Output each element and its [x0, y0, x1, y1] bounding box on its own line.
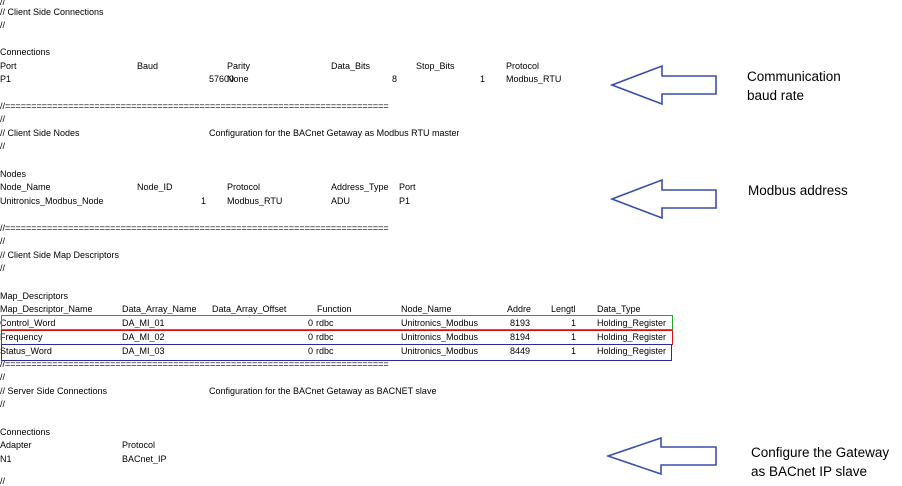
- comment-line: //: [0, 0, 6, 7]
- config-note: Configuration for the BACnet Getaway as …: [209, 386, 437, 396]
- header-port: Port: [0, 61, 17, 71]
- header-map-descriptor-name: Map_Descriptor_Name: [0, 304, 93, 314]
- comment-line: //: [0, 114, 6, 124]
- cell-stop-bits: 1: [479, 74, 485, 84]
- comment-line: //: [0, 399, 6, 409]
- highlight-blue: [1, 344, 672, 361]
- header-data-array-offset: Data_Array_Offset: [212, 304, 287, 314]
- cell-data-bits: 8: [391, 74, 397, 84]
- comment-line: //: [0, 20, 6, 30]
- config-note: Configuration for the BACnet Getaway as …: [209, 128, 460, 138]
- header-data-bits: Data_Bits: [331, 61, 371, 71]
- header-baud: Baud: [137, 61, 159, 71]
- cell-node-id: 1: [200, 196, 206, 206]
- header-port: Port: [399, 182, 416, 192]
- header-stop-bits: Stop_Bits: [416, 61, 455, 71]
- header-address: Addre: [507, 304, 532, 314]
- comment-line: //: [0, 372, 6, 382]
- cell-port: P1: [0, 74, 12, 84]
- cell-adapter: N1: [0, 454, 12, 464]
- header-protocol: Protocol: [506, 61, 540, 71]
- cell-protocol: Modbus_RTU: [506, 74, 562, 84]
- cell-parity: None: [227, 74, 249, 84]
- comment-line: //: [0, 476, 6, 486]
- callout-line: baud rate: [747, 88, 805, 103]
- callout-line: as BACnet IP slave: [751, 464, 868, 479]
- header-parity: Parity: [227, 61, 251, 71]
- header-node-name: Node_Name: [401, 304, 452, 314]
- callout-line: Modbus address: [748, 183, 848, 198]
- comment-line: //: [0, 263, 6, 273]
- callout-baud: Communication baud rate: [747, 67, 841, 105]
- server-connections-heading: Connections: [0, 427, 51, 437]
- header-length: Lengtl: [551, 304, 576, 314]
- left-arrow-icon: [606, 436, 717, 476]
- connections-heading: Connections: [0, 47, 51, 57]
- comment-line: // Client Side Nodes: [0, 128, 80, 138]
- left-arrow-icon: [610, 64, 717, 106]
- header-data-array-name: Data_Array_Name: [122, 304, 197, 314]
- comment-line: // Server Side Connections: [0, 386, 108, 396]
- callout-modbus: Modbus address: [748, 181, 848, 200]
- callout-line: Configure the Gateway: [751, 445, 890, 460]
- comment-line: // Client Side Connections: [0, 7, 104, 17]
- header-node-name: Node_Name: [0, 182, 51, 192]
- callout-line: Communication: [747, 69, 841, 84]
- cell-address-type: ADU: [331, 196, 351, 206]
- highlight-green: [1, 315, 673, 330]
- cell-port: P1: [399, 196, 411, 206]
- header-protocol: Protocol: [227, 182, 261, 192]
- comment-line: // Client Side Map Descriptors: [0, 250, 120, 260]
- comment-line: //: [0, 236, 6, 246]
- header-address-type: Address_Type: [331, 182, 389, 192]
- separator-line: //======================================…: [0, 223, 389, 233]
- separator-line: //======================================…: [0, 101, 389, 111]
- left-arrow-icon: [610, 178, 717, 220]
- cell-node-name: Unitronics_Modbus_Node: [0, 196, 104, 206]
- header-data-type: Data_Type: [597, 304, 641, 314]
- callout-gateway: Configure the Gateway as BACnet IP slave: [751, 443, 889, 481]
- header-function: Function: [317, 304, 352, 314]
- cell-protocol: Modbus_RTU: [227, 196, 283, 206]
- cell-baud: 57600: [208, 74, 234, 84]
- map-descriptors-heading: Map_Descriptors: [0, 291, 69, 301]
- nodes-heading: Nodes: [0, 169, 27, 179]
- comment-line: //: [0, 141, 6, 151]
- highlight-red: [1, 330, 673, 345]
- spreadsheet-sheet: // // Client Side Connections // Connect…: [0, 0, 902, 486]
- header-protocol: Protocol: [122, 440, 156, 450]
- header-node-id: Node_ID: [137, 182, 173, 192]
- cell-protocol: BACnet_IP: [122, 454, 167, 464]
- header-adapter: Adapter: [0, 440, 32, 450]
